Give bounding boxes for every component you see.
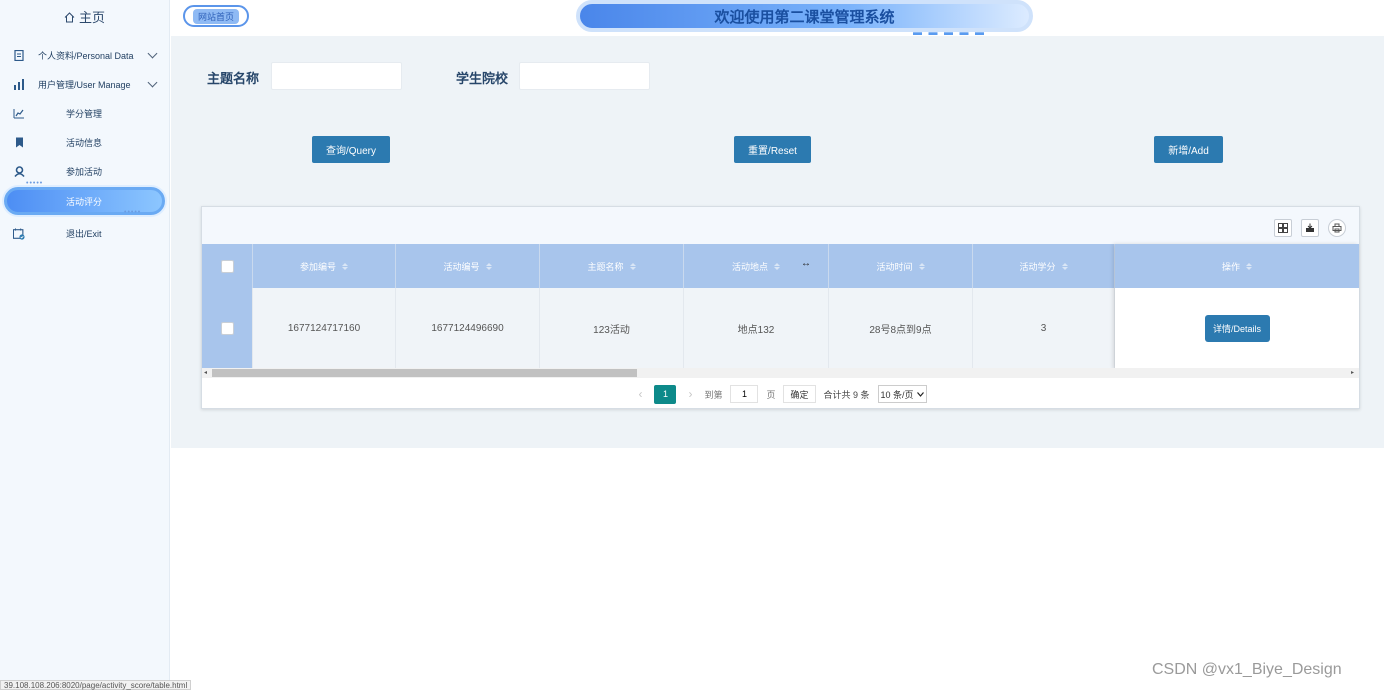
select-all-checkbox[interactable] — [220, 259, 234, 273]
header: 网站首页 欢迎使用第二课堂管理系统 ▬ ▬ ▬ ▬ ▬ — [171, 0, 1384, 37]
sidebar-item-activity-info[interactable]: 活动信息 — [0, 128, 169, 157]
sort-icon — [1246, 262, 1252, 270]
column-header[interactable]: 主题名称 — [540, 244, 684, 288]
row-checkbox[interactable] — [220, 321, 234, 335]
decorative-dots: ••••• — [26, 180, 44, 187]
select-all-cell — [202, 244, 253, 288]
sidebar-item-credit-manage[interactable]: 学分管理 — [0, 99, 169, 128]
sidebar-item-label: 个人资料/Personal Data — [38, 51, 134, 61]
user-badge-icon — [13, 166, 25, 178]
scrollbar-thumb[interactable] — [212, 369, 637, 377]
table-cell: 123活动 — [540, 288, 684, 368]
website-home-label: 网站首页 — [192, 8, 239, 24]
table-cell: 3 — [973, 288, 1115, 368]
sidebar-item-label: 活动信息 — [66, 138, 103, 148]
query-button[interactable]: 查询/Query — [312, 136, 390, 163]
column-header[interactable]: 操作 — [1115, 244, 1359, 288]
table-cell: 1677124496690 — [396, 288, 540, 368]
column-header[interactable]: 活动学分 — [973, 244, 1115, 288]
export-icon[interactable] — [1301, 219, 1319, 237]
horizontal-scrollbar[interactable]: ◂ ▸ — [202, 368, 1359, 378]
sidebar-item-user-manage[interactable]: 用户管理/User Manage — [0, 70, 169, 99]
operation-column: 操作 详情/Details — [1115, 244, 1359, 369]
school-label: 学生院校 — [456, 71, 509, 86]
sidebar-item-activity-score[interactable]: ••••• 活动评分 ••••• — [0, 180, 169, 216]
column-header[interactable]: 参加编号 — [253, 244, 396, 288]
next-page-icon[interactable]: › — [684, 387, 696, 401]
school-input[interactable] — [519, 62, 650, 90]
main-content: 主题名称 学生院校 查询/Query 重置/Reset 新增/Add 参加编号 — [171, 36, 1384, 448]
sort-icon — [774, 262, 780, 270]
page-unit-label: 页 — [766, 389, 776, 400]
goto-page-input[interactable] — [730, 385, 759, 403]
chart-line-icon — [13, 108, 25, 120]
sidebar-home-label: 主页 — [78, 9, 105, 25]
status-bar-url: 39.108.108.206:8020/page/activity_score/… — [0, 680, 192, 690]
goto-label: 到第 — [704, 389, 723, 400]
column-header[interactable]: 活动地点 ↔ — [684, 244, 829, 288]
sort-icon — [629, 262, 636, 270]
bookmark-icon — [13, 137, 25, 149]
table-header: 参加编号 活动编号 主题名称 活动地点 ↔ 活动时间 活动学分 — [202, 244, 1115, 288]
total-count: 合计共 9 条 — [823, 389, 870, 400]
chart-bar-icon — [13, 79, 25, 91]
print-icon[interactable] — [1328, 219, 1346, 237]
sidebar-item-personal-data[interactable]: 个人资料/Personal Data — [0, 41, 169, 70]
sidebar: 主页 个人资料/Personal Data 用户管理/User Manage 学… — [0, 0, 170, 690]
column-header[interactable]: 活动时间 — [829, 244, 973, 288]
sidebar-item-label: 用户管理/User Manage — [38, 80, 131, 90]
topic-label: 主题名称 — [207, 71, 260, 86]
chevron-down-icon — [147, 77, 158, 88]
pagination: ‹ 1 › 到第 页 确定 合计共 9 条 10 条/页 — [202, 379, 1359, 409]
sidebar-item-label: 退出/Exit — [66, 229, 102, 239]
sidebar-item-label: 参加活动 — [66, 167, 103, 177]
sidebar-item-exit[interactable]: 退出/Exit — [0, 219, 169, 248]
sidebar-item-label: 学分管理 — [66, 109, 103, 119]
table-cell: 28号8点到9点 — [829, 288, 973, 368]
chevron-down-icon — [916, 391, 924, 397]
sort-icon — [918, 262, 925, 270]
table-cell: 1677124717160 — [253, 288, 396, 368]
columns-icon[interactable] — [1274, 219, 1292, 237]
scroll-left-icon[interactable]: ◂ — [204, 369, 207, 376]
page-size-select[interactable]: 10 条/页 — [877, 385, 927, 403]
document-icon — [13, 50, 25, 62]
table-toolbar — [202, 207, 1359, 244]
sort-icon — [485, 262, 492, 270]
sort-icon — [1061, 262, 1068, 270]
page-title: 欢迎使用第二课堂管理系统 — [714, 8, 895, 26]
scroll-right-icon[interactable]: ▸ — [1351, 369, 1354, 376]
sidebar-item-label: 活动评分 — [66, 196, 103, 207]
table-cell: 地点132 — [684, 288, 829, 368]
website-home-link[interactable]: 网站首页 — [183, 5, 249, 27]
chevron-down-icon — [147, 48, 158, 59]
add-button[interactable]: 新增/Add — [1154, 136, 1223, 163]
home-icon — [64, 11, 75, 22]
details-button[interactable]: 详情/Details — [1204, 315, 1270, 342]
confirm-page-button[interactable]: 确定 — [783, 385, 816, 403]
watermark: CSDN @vx1_Biye_Design — [1152, 661, 1342, 678]
row-select-cell — [202, 288, 253, 368]
operation-cell: 详情/Details — [1115, 288, 1359, 369]
prev-page-icon[interactable]: ‹ — [634, 387, 646, 401]
reset-button[interactable]: 重置/Reset — [734, 136, 811, 163]
table-panel: 参加编号 活动编号 主题名称 活动地点 ↔ 活动时间 活动学分 16771247… — [201, 206, 1360, 409]
column-header[interactable]: 活动编号 — [396, 244, 540, 288]
sort-icon — [342, 262, 348, 270]
column-resize-cursor-icon: ↔ — [801, 258, 811, 269]
decorative-dots: ••••• — [124, 209, 142, 216]
table-row: 1677124717160 1677124496690 123活动 地点132 … — [202, 288, 1115, 368]
topic-input[interactable] — [271, 62, 402, 90]
calendar-check-icon — [13, 227, 25, 240]
sidebar-home[interactable]: 主页 — [0, 0, 169, 32]
page-1-button[interactable]: 1 — [654, 384, 677, 404]
